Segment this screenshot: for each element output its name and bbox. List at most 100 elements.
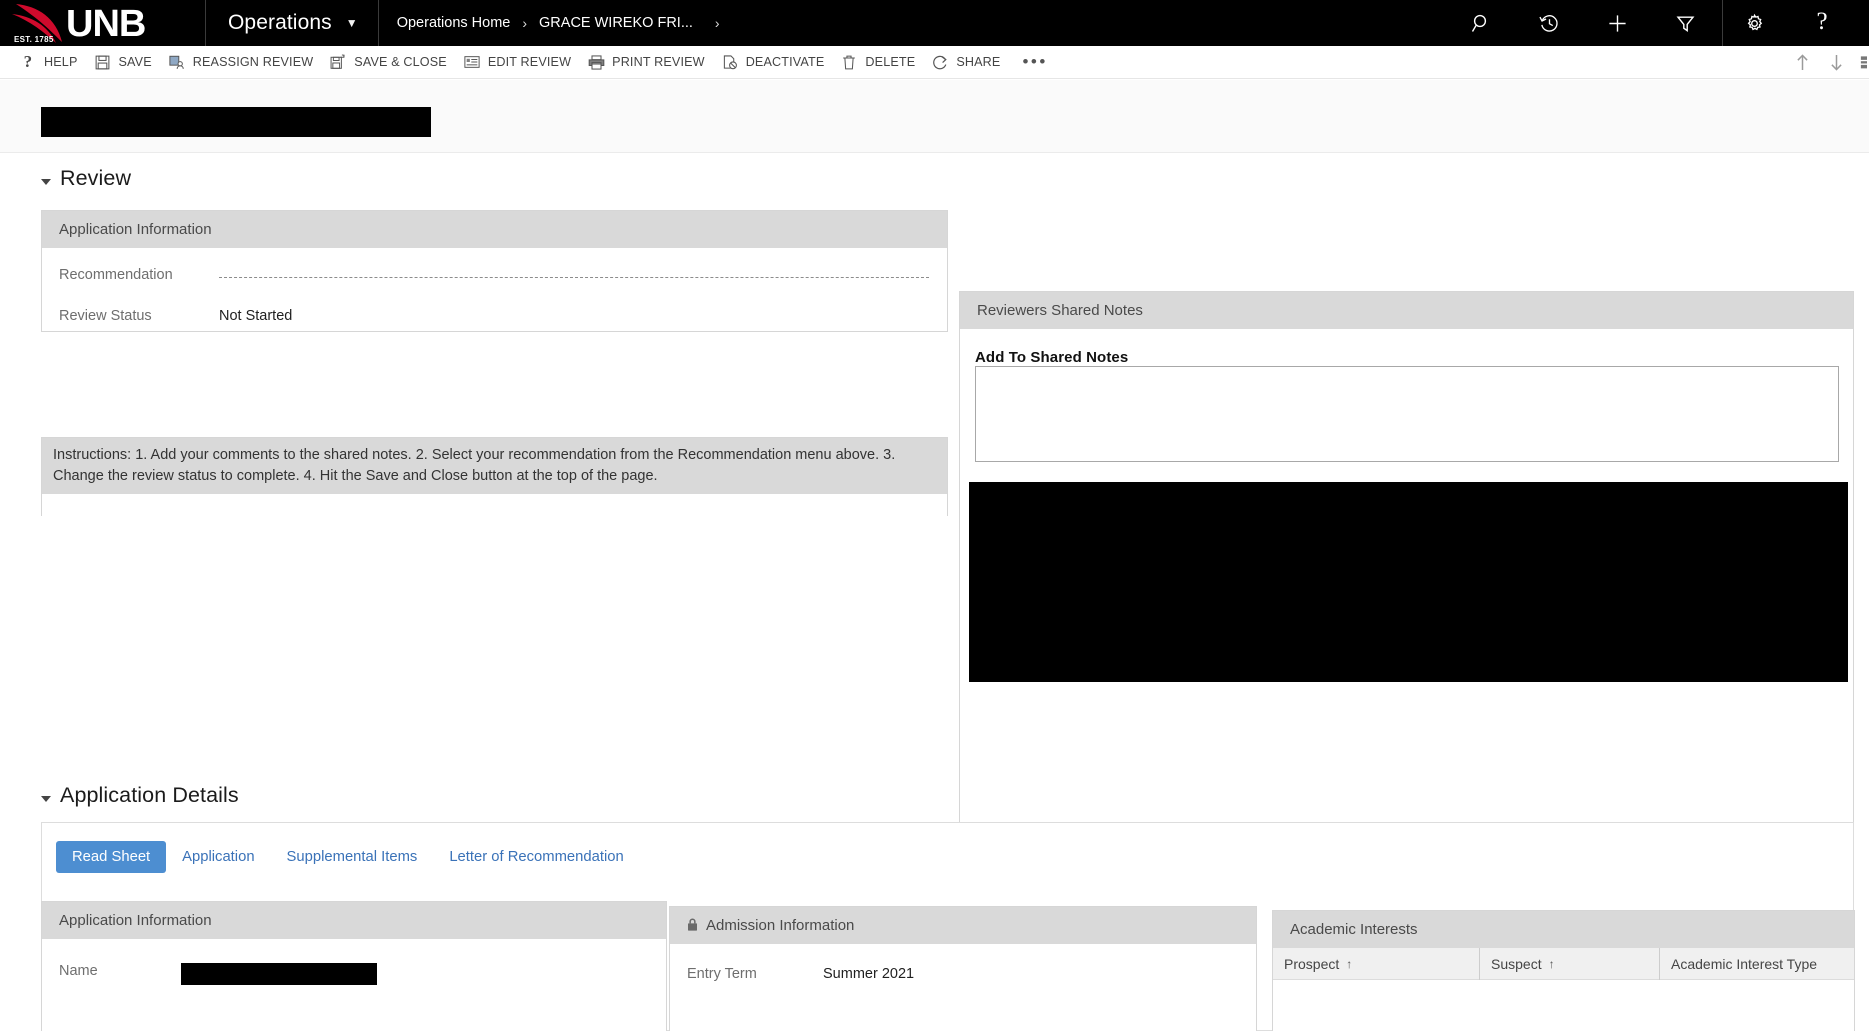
- command-help-label: HELP: [44, 55, 78, 69]
- command-edit-review[interactable]: EDIT REVIEW: [458, 46, 582, 79]
- tab-supplemental-items[interactable]: Supplemental Items: [271, 841, 434, 873]
- save-and-close-icon: [328, 53, 348, 71]
- tab-list: Read Sheet Application Supplemental Item…: [42, 823, 1853, 879]
- unb-logo[interactable]: UNB EST. 1785: [0, 0, 205, 46]
- column-header-suspect-label: Suspect: [1491, 956, 1542, 972]
- column-header-academic-interest-type-label: Academic Interest Type: [1671, 956, 1817, 972]
- module-label: Operations: [228, 11, 332, 35]
- command-help[interactable]: ? HELP: [14, 46, 89, 79]
- field-name: Name: [42, 963, 666, 985]
- command-save-close-label: SAVE & CLOSE: [354, 55, 447, 69]
- section-header-review-label: Review: [60, 166, 131, 191]
- section-header-application-details[interactable]: Application Details: [41, 783, 239, 808]
- filter-icon[interactable]: [1664, 0, 1706, 46]
- next-record-down-arrow-icon[interactable]: [1819, 46, 1853, 79]
- field-value-name-redacted: [181, 963, 377, 985]
- panel-title-reviewers-shared-notes: Reviewers Shared Notes: [960, 292, 1853, 329]
- command-delete[interactable]: DELETE: [835, 46, 926, 79]
- command-print-review[interactable]: PRINT REVIEW: [582, 46, 716, 79]
- command-share[interactable]: SHARE: [926, 46, 1011, 79]
- academic-interests-grid-body: [1273, 980, 1854, 1006]
- chevron-down-icon[interactable]: ▼: [346, 17, 358, 29]
- help-question-icon[interactable]: ?: [1801, 0, 1843, 46]
- command-save[interactable]: SAVE: [89, 46, 163, 79]
- panel-title-academic-interests: Academic Interests: [1273, 911, 1854, 948]
- sort-ascending-icon-prospect[interactable]: ↑: [1346, 957, 1352, 971]
- command-overflow-menu[interactable]: •••: [1011, 46, 1058, 79]
- collapse-triangle-icon[interactable]: [41, 179, 51, 185]
- command-save-and-close[interactable]: SAVE & CLOSE: [324, 46, 458, 79]
- field-value-review-status[interactable]: Not Started: [219, 308, 292, 324]
- instructions-box: Instructions: 1. Add your comments to th…: [41, 437, 948, 516]
- tab-application[interactable]: Application: [166, 841, 270, 873]
- academic-interests-grid-header: Prospect ↑ Suspect ↑ Academic Interest T…: [1273, 948, 1854, 980]
- panel-admission-information: Admission Information Entry Term Summer …: [669, 906, 1257, 1031]
- existing-shared-notes-redacted: [969, 482, 1848, 682]
- command-reassign-review[interactable]: REASSIGN REVIEW: [163, 46, 325, 79]
- recent-history-icon[interactable]: [1528, 0, 1570, 46]
- topbar-icon-group: ?: [1460, 0, 1869, 46]
- sort-ascending-icon-suspect[interactable]: ↑: [1549, 957, 1555, 971]
- column-header-prospect-label: Prospect: [1284, 956, 1339, 972]
- section-header-application-details-label: Application Details: [60, 783, 239, 808]
- section-header-review[interactable]: Review: [41, 166, 131, 191]
- unb-logo-svg: UNB EST. 1785: [8, 2, 184, 44]
- panel-title-admission-information-label: Admission Information: [706, 917, 854, 934]
- instructions-text: Instructions: 1. Add your comments to th…: [42, 438, 947, 494]
- field-label-name: Name: [59, 963, 181, 979]
- question-icon: ?: [18, 53, 38, 71]
- svg-text:EST. 1785: EST. 1785: [14, 35, 54, 44]
- breadcrumb-item-record[interactable]: GRACE WIREKO FRI...: [539, 15, 693, 31]
- field-entry-term: Entry Term Summer 2021: [670, 966, 1256, 982]
- command-bar: ? HELP SAVE REASSIGN REVIEW: [0, 46, 1869, 79]
- panel-review-application-information: Application Information Recommendation R…: [41, 210, 948, 332]
- command-deactivate-label: DEACTIVATE: [746, 55, 825, 69]
- topbar-icon-divider: [1722, 0, 1723, 46]
- field-value-entry-term[interactable]: Summer 2021: [823, 966, 914, 982]
- application-details-tabs-panel: Read Sheet Application Supplemental Item…: [41, 822, 1854, 1031]
- field-label-review-status: Review Status: [59, 308, 219, 324]
- quick-create-icon[interactable]: [1596, 0, 1638, 46]
- lock-icon: [687, 918, 698, 931]
- command-print-review-label: PRINT REVIEW: [612, 55, 705, 69]
- command-edit-review-label: EDIT REVIEW: [488, 55, 571, 69]
- field-value-recommendation-dotted[interactable]: [219, 277, 929, 278]
- column-header-prospect[interactable]: Prospect ↑: [1273, 948, 1480, 980]
- field-recommendation: Recommendation: [42, 267, 947, 283]
- record-title-redacted: [41, 107, 431, 137]
- edit-form-icon: [462, 53, 482, 71]
- field-review-status: Review Status Not Started: [42, 308, 947, 324]
- module-switcher-operations[interactable]: Operations ▼: [206, 0, 378, 46]
- panel-title-details-application-information: Application Information: [42, 902, 666, 939]
- field-label-entry-term: Entry Term: [687, 966, 823, 982]
- printer-icon: [586, 53, 606, 71]
- shared-notes-textarea[interactable]: [975, 366, 1839, 462]
- panel-academic-interests: Academic Interests Prospect ↑ Suspect ↑ …: [1272, 910, 1855, 1031]
- search-icon[interactable]: [1460, 0, 1502, 46]
- shared-notes-input-wrap: [975, 366, 1839, 462]
- column-header-suspect[interactable]: Suspect ↑: [1480, 948, 1660, 980]
- clipped-panel-icon[interactable]: [1853, 46, 1867, 79]
- label-add-to-shared-notes: Add To Shared Notes: [975, 349, 1853, 366]
- settings-gear-icon[interactable]: [1733, 0, 1775, 46]
- trash-icon: [839, 53, 859, 71]
- column-header-academic-interest-type[interactable]: Academic Interest Type: [1660, 948, 1854, 980]
- svg-text:UNB: UNB: [66, 3, 145, 44]
- panel-reviewers-shared-notes: Reviewers Shared Notes Add To Shared Not…: [959, 291, 1854, 843]
- breadcrumb-item-home[interactable]: Operations Home: [397, 15, 511, 31]
- tab-letter-of-recommendation[interactable]: Letter of Recommendation: [433, 841, 639, 873]
- command-bar-right-group: [1785, 46, 1869, 79]
- breadcrumb-separator-icon: ›: [522, 15, 527, 31]
- command-save-label: SAVE: [119, 55, 152, 69]
- field-label-recommendation: Recommendation: [59, 267, 219, 283]
- collapse-triangle-icon-details[interactable]: [41, 796, 51, 802]
- previous-record-up-arrow-icon[interactable]: [1785, 46, 1819, 79]
- breadcrumb-expand-icon[interactable]: ›: [715, 15, 720, 31]
- tab-read-sheet[interactable]: Read Sheet: [56, 841, 166, 873]
- top-navigation-bar: UNB EST. 1785 Operations ▼ Operations Ho…: [0, 0, 1869, 46]
- floppy-disk-icon: [93, 53, 113, 71]
- command-reassign-label: REASSIGN REVIEW: [193, 55, 314, 69]
- command-deactivate[interactable]: DEACTIVATE: [716, 46, 836, 79]
- reassign-user-icon: [167, 53, 187, 71]
- share-icon: [930, 53, 950, 71]
